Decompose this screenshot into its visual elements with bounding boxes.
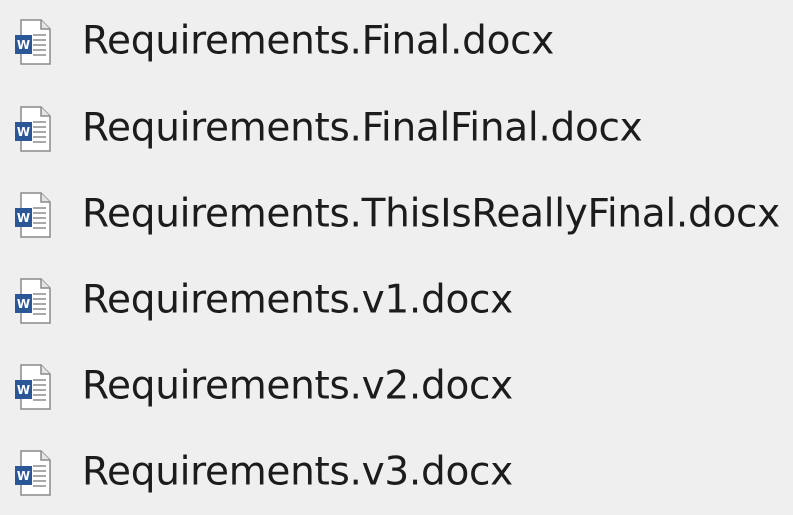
file-item-requirements-finalfinal[interactable]: W Requirements.FinalFinal.docx bbox=[0, 87, 793, 171]
file-item-requirements-thisisreallyfinal[interactable]: W Requirements.ThisIsReallyFinal.docx bbox=[0, 173, 793, 257]
svg-text:W: W bbox=[17, 125, 30, 139]
word-document-icon: W bbox=[13, 105, 53, 153]
word-document-icon: W bbox=[13, 18, 53, 66]
file-item-requirements-v1[interactable]: W Requirements.v1.docx bbox=[0, 259, 793, 343]
svg-text:W: W bbox=[17, 38, 30, 52]
file-name: Requirements.v2.docx bbox=[82, 363, 513, 409]
file-list: W Requirements.Final.docx W Requirements… bbox=[0, 0, 793, 499]
word-document-icon: W bbox=[13, 277, 53, 325]
word-document-icon: W bbox=[13, 449, 53, 497]
svg-text:W: W bbox=[17, 383, 30, 397]
file-item-requirements-v2[interactable]: W Requirements.v2.docx bbox=[0, 345, 793, 429]
file-name: Requirements.ThisIsReallyFinal.docx bbox=[82, 191, 780, 237]
svg-text:W: W bbox=[17, 469, 30, 483]
svg-text:W: W bbox=[17, 297, 30, 311]
file-name: Requirements.v3.docx bbox=[82, 449, 513, 495]
svg-text:W: W bbox=[17, 211, 30, 225]
file-name: Requirements.Final.docx bbox=[82, 18, 555, 64]
file-item-requirements-v3[interactable]: W Requirements.v3.docx bbox=[0, 431, 793, 515]
word-document-icon: W bbox=[13, 363, 53, 411]
file-item-requirements-final[interactable]: W Requirements.Final.docx bbox=[0, 0, 793, 84]
file-name: Requirements.v1.docx bbox=[82, 277, 513, 323]
file-name: Requirements.FinalFinal.docx bbox=[82, 105, 643, 151]
word-document-icon: W bbox=[13, 191, 53, 239]
